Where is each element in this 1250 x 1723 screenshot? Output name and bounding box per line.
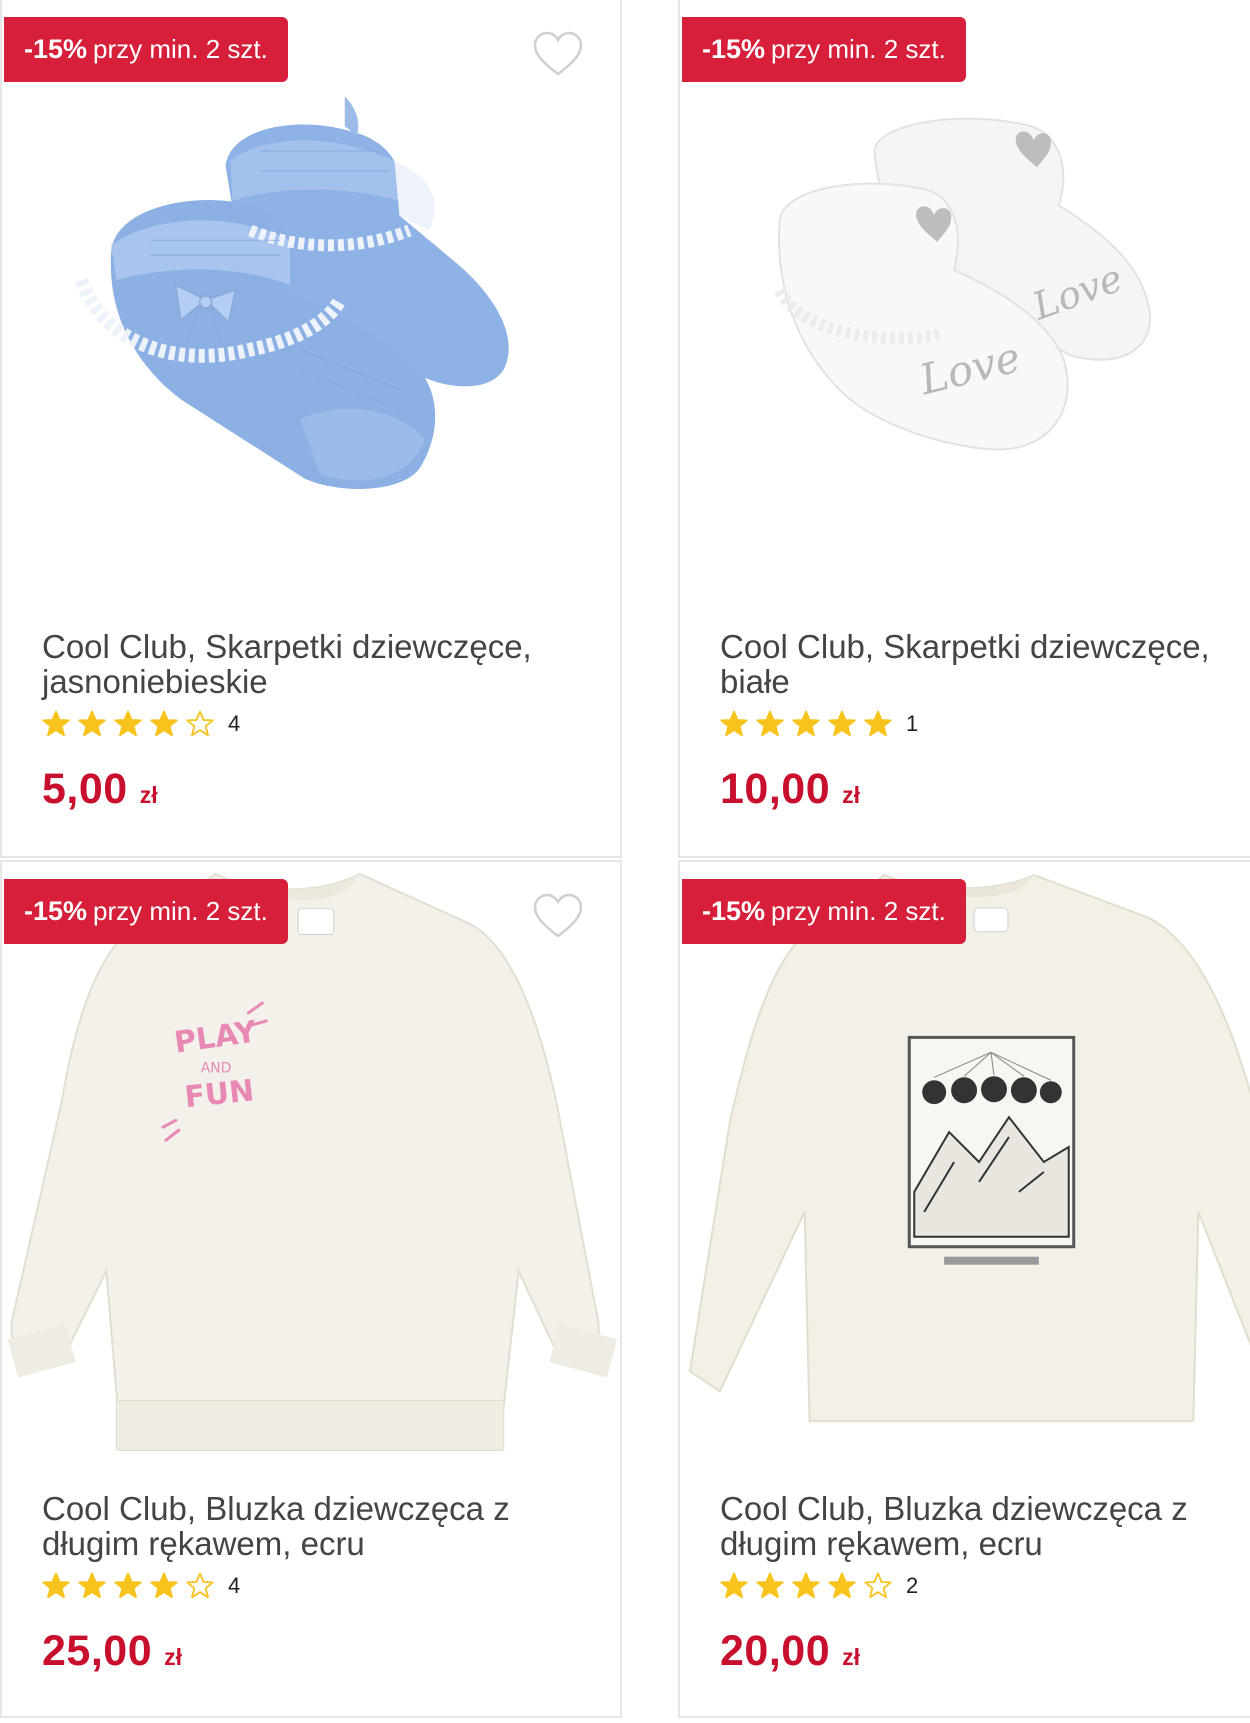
price: 20,00 zł (720, 1627, 860, 1676)
star-filled-icon (78, 710, 106, 737)
discount-condition: przy min. 2 szt. (93, 34, 268, 64)
product-image[interactable] (2, 0, 620, 600)
heart-icon[interactable] (532, 892, 584, 940)
product-title[interactable]: Cool Club, Bluzka dziewczęca z długim rę… (42, 1491, 602, 1561)
price-amount: 5,00 (42, 765, 128, 813)
discount-percent: -15% (24, 34, 88, 64)
star-filled-icon (864, 710, 892, 737)
price-amount: 20,00 (720, 1627, 831, 1675)
rating: 4 (42, 710, 240, 738)
discount-badge: -15% przy min. 2 szt. (682, 879, 966, 944)
rating-count: 1 (906, 711, 919, 736)
star-filled-icon (114, 1572, 142, 1599)
star-filled-icon (756, 1572, 784, 1599)
price: 5,00 zł (42, 765, 158, 814)
star-filled-icon (828, 710, 856, 737)
product-card[interactable]: -15% przy min. 2 szt. Cool Club, Bluzka … (678, 860, 1250, 1718)
star-filled-icon (114, 710, 142, 737)
discount-condition: przy min. 2 szt. (771, 34, 946, 64)
star-filled-icon (828, 1572, 856, 1599)
price-amount: 25,00 (42, 1627, 153, 1675)
star-filled-icon (42, 710, 70, 737)
star-filled-icon (720, 1572, 748, 1599)
rating-count: 2 (906, 1573, 919, 1598)
star-empty-icon (864, 1572, 892, 1599)
star-filled-icon (150, 710, 178, 737)
discount-badge: -15% przy min. 2 szt. (4, 879, 288, 944)
and-print: AND (201, 1061, 232, 1077)
product-image[interactable]: Love Love (680, 0, 1250, 600)
price-currency: zł (842, 782, 860, 808)
star-filled-icon (792, 1572, 820, 1599)
discount-badge: -15% przy min. 2 szt. (682, 17, 966, 82)
product-title[interactable]: Cool Club, Skarpetki dziewczęce, jasnoni… (42, 629, 602, 699)
discount-percent: -15% (702, 896, 766, 926)
product-card[interactable]: -15% przy min. 2 szt. Cool Club, Skarpet… (0, 0, 622, 858)
star-filled-icon (150, 1572, 178, 1599)
star-filled-icon (78, 1572, 106, 1599)
discount-condition: przy min. 2 szt. (93, 896, 268, 926)
product-card[interactable]: -15% przy min. 2 szt. Love Love Cool Clu… (678, 0, 1250, 858)
rating-count: 4 (228, 711, 241, 736)
discount-percent: -15% (24, 896, 88, 926)
rating: 2 (720, 1572, 918, 1600)
price-currency: zł (842, 1644, 860, 1670)
product-card[interactable]: -15% przy min. 2 szt. PLAY AND FUN Cool … (0, 860, 622, 1718)
product-title[interactable]: Cool Club, Bluzka dziewczęca z długim rę… (720, 1491, 1250, 1561)
rating: 1 (720, 710, 918, 738)
price-currency: zł (164, 1644, 182, 1670)
price-amount: 10,00 (720, 765, 831, 813)
discount-percent: -15% (702, 34, 766, 64)
star-filled-icon (42, 1572, 70, 1599)
star-empty-icon (186, 710, 214, 737)
rating: 4 (42, 1572, 240, 1600)
price: 10,00 zł (720, 765, 860, 814)
star-empty-icon (186, 1572, 214, 1599)
product-image[interactable]: PLAY AND FUN (2, 862, 620, 1462)
fun-print: FUN (183, 1073, 256, 1115)
discount-badge: -15% przy min. 2 szt. (4, 17, 288, 82)
star-filled-icon (720, 710, 748, 737)
price: 25,00 zł (42, 1627, 182, 1676)
heart-icon[interactable] (532, 30, 584, 78)
star-filled-icon (792, 710, 820, 737)
product-title[interactable]: Cool Club, Skarpetki dziewczęce, białe (720, 629, 1250, 699)
price-currency: zł (139, 782, 158, 808)
star-filled-icon (756, 710, 784, 737)
rating-count: 4 (228, 1573, 241, 1598)
discount-condition: przy min. 2 szt. (771, 896, 946, 926)
product-image[interactable] (680, 862, 1250, 1462)
